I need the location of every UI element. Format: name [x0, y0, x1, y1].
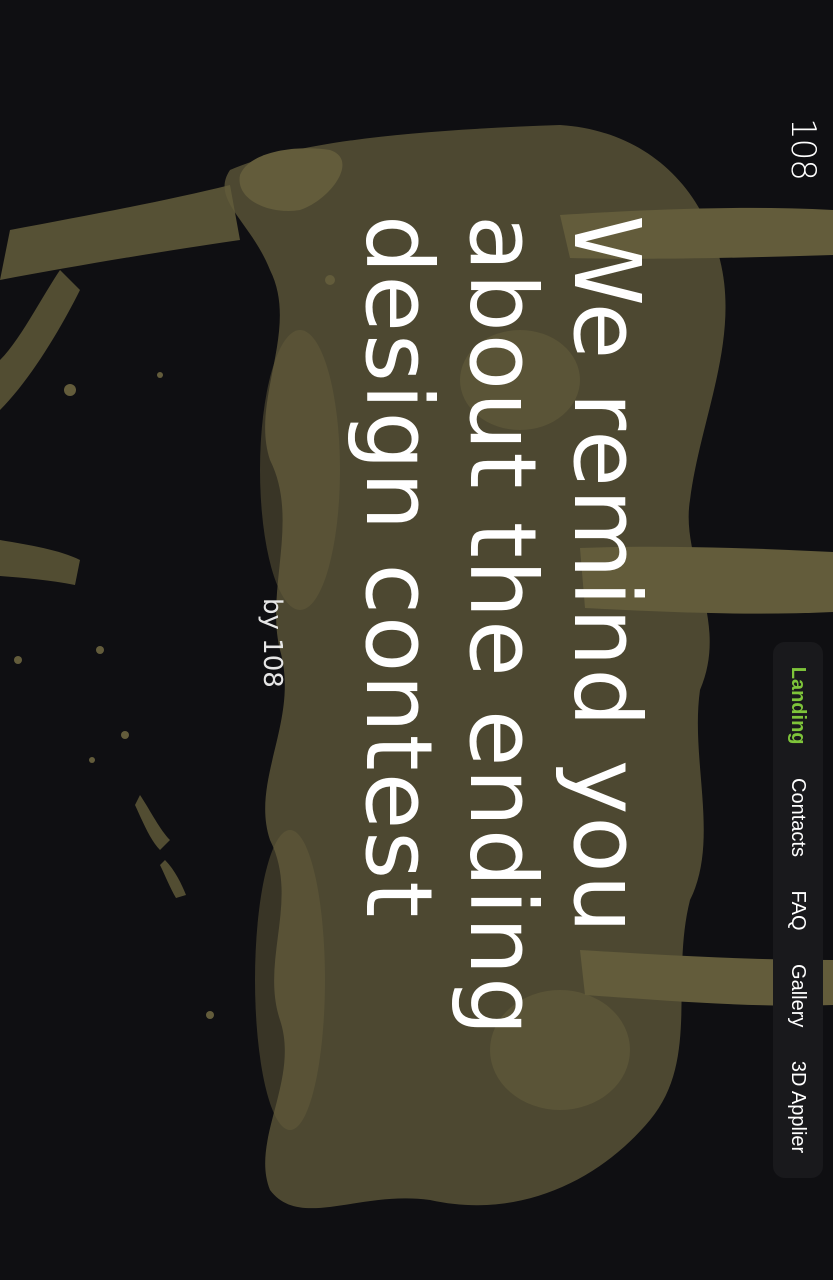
nav-item-gallery[interactable]: Gallery	[787, 964, 810, 1027]
bottom-navigation: Landing Contacts FAQ Gallery 3D Applier	[773, 642, 823, 1178]
brand-logo[interactable]: 108	[783, 118, 823, 180]
hero-byline: by 108	[257, 598, 287, 688]
nav-item-contacts[interactable]: Contacts	[787, 778, 810, 857]
nav-item-faq[interactable]: FAQ	[787, 890, 810, 930]
nav-item-landing[interactable]: Landing	[787, 667, 810, 745]
rotated-layer: 108 We remind you about the ending desig…	[0, 0, 833, 1280]
hero-headline: We remind you about the ending design co…	[345, 215, 660, 1038]
app-screen: 108 We remind you about the ending desig…	[0, 0, 833, 1280]
nav-item-3d-applier[interactable]: 3D Applier	[787, 1061, 810, 1153]
